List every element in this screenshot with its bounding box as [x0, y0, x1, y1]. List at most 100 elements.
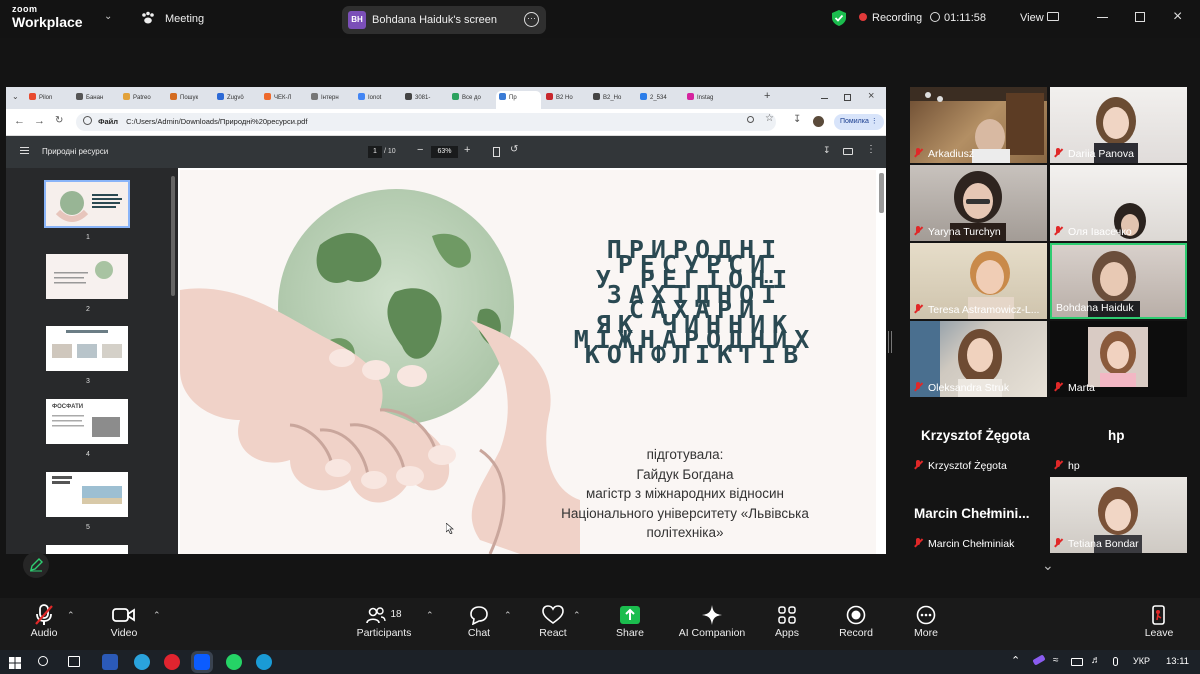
chat-options-caret[interactable]: ⌃ [504, 610, 512, 621]
tab-search-icon[interactable]: ⌄ [12, 92, 19, 101]
view-layout-icon[interactable] [1047, 12, 1059, 21]
paw-icon[interactable] [140, 10, 156, 31]
participant-tile-active-speaker[interactable]: Bohdana Haiduk [1050, 243, 1187, 319]
back-icon[interactable]: ← [14, 115, 25, 127]
participant-tile[interactable]: Оля Івасечко [1050, 165, 1187, 241]
browser-tab[interactable]: Zugvö [214, 91, 259, 109]
browser-tab[interactable]: Пошук [167, 91, 212, 109]
wifi-icon[interactable]: ≈ [1053, 655, 1059, 666]
chevron-down-icon[interactable]: ⌄ [104, 11, 112, 22]
participant-tile[interactable]: Arkadiusz [910, 87, 1047, 163]
error-button[interactable]: Помилка ⋮ [834, 114, 884, 130]
video-button[interactable]: Video [84, 602, 164, 639]
participant-tile[interactable]: Dariia Panova [1050, 87, 1187, 163]
thumbnail-page-4[interactable]: ФОСФАТИ [46, 399, 128, 444]
thumbnail-page-6[interactable] [46, 545, 128, 554]
whatsapp-icon[interactable] [226, 654, 242, 670]
more-options-icon[interactable]: ··· [524, 12, 539, 27]
pdf-more-icon[interactable]: ⋮ [866, 144, 876, 155]
thumbnail-page-5[interactable] [46, 472, 128, 517]
panel-resize-handle[interactable] [888, 331, 892, 353]
browser-tab[interactable]: Patreo [120, 91, 165, 109]
pdf-print-icon[interactable] [843, 148, 853, 155]
bookmark-star-icon[interactable]: ☆ [765, 113, 774, 124]
more-button[interactable]: More [886, 602, 966, 639]
minimize-icon[interactable] [1097, 17, 1108, 19]
shared-screen-pill[interactable]: BH Bohdana Haiduk's screen ··· [342, 6, 546, 34]
ai-companion-button[interactable]: AI Companion [672, 602, 752, 639]
react-options-caret[interactable]: ⌃ [573, 610, 581, 621]
browser-tab[interactable]: Інтерн [308, 91, 353, 109]
participant-tile[interactable]: Krzysztof Żęgota Krzysztof Żęgota [910, 399, 1047, 475]
close-icon[interactable]: × [1173, 8, 1182, 26]
browser-tab[interactable]: 3081- [402, 91, 447, 109]
new-tab-icon[interactable]: + [764, 90, 770, 102]
fit-page-icon[interactable] [493, 147, 500, 157]
apps-button[interactable]: Apps [747, 602, 827, 639]
view-button[interactable]: View [1020, 12, 1044, 24]
thumbnail-page-3[interactable] [46, 326, 128, 371]
participants-button[interactable]: 18 Participants [344, 602, 424, 639]
forward-icon[interactable]: → [34, 115, 45, 127]
thumbnail-page-2[interactable] [46, 254, 128, 299]
rotate-icon[interactable]: ↺ [510, 144, 518, 155]
browser-tab[interactable]: ЧЕК-Л [261, 91, 306, 109]
participant-tile[interactable]: Tetiana Bondar [1050, 477, 1187, 553]
thumbnail-scrollbar[interactable] [171, 176, 175, 296]
reload-icon[interactable]: ↻ [55, 115, 63, 126]
browser-tab[interactable]: 2_534 [637, 91, 682, 109]
annotate-pen-icon[interactable] [23, 552, 49, 578]
edge-icon[interactable] [256, 654, 272, 670]
meeting-label[interactable]: Meeting [165, 13, 204, 25]
browser-tab[interactable]: Банан [73, 91, 118, 109]
security-shield-icon[interactable] [832, 10, 846, 31]
mic-tray-icon[interactable] [1113, 657, 1118, 666]
browser-minimize-icon[interactable] [821, 98, 828, 99]
task-view-icon[interactable] [68, 656, 80, 667]
thumbnail-page-1[interactable] [44, 180, 130, 228]
video-options-caret[interactable]: ⌃ [153, 610, 161, 621]
keyboard-language[interactable]: УКР [1133, 656, 1150, 666]
browser-restore-icon[interactable] [844, 94, 851, 101]
zoom-taskbar-icon[interactable] [191, 651, 213, 673]
zoom-out-button[interactable]: − [417, 144, 423, 156]
page-scrollbar[interactable] [879, 173, 884, 213]
battery-icon[interactable] [1071, 658, 1083, 666]
info-icon[interactable] [83, 116, 92, 125]
url-field[interactable]: Файл C:/Users/Admin/Downloads/Природні%2… [76, 113, 776, 131]
browser-tab[interactable]: B2 Ho [543, 91, 588, 109]
react-button[interactable]: React [513, 602, 593, 639]
telegram-icon[interactable] [134, 654, 150, 670]
speaker-icon[interactable]: ♬ [1091, 655, 1101, 666]
browser-tab[interactable]: Ionot [355, 91, 400, 109]
participant-tile[interactable]: Marta [1050, 321, 1187, 397]
zoom-level-input[interactable]: 63% [431, 146, 458, 158]
system-tray-expand-icon[interactable]: ⌃ [1011, 654, 1020, 667]
profile-avatar[interactable] [813, 116, 824, 127]
share-button[interactable]: Share [590, 602, 670, 639]
browser-tab[interactable]: Пр [496, 91, 541, 109]
pen-tray-icon[interactable] [1032, 654, 1046, 666]
participants-options-caret[interactable]: ⌃ [426, 610, 434, 621]
maximize-icon[interactable] [1135, 12, 1145, 22]
browser-tab[interactable]: Instag [684, 91, 729, 109]
browser-tab[interactable]: B2_Ho [590, 91, 635, 109]
download-icon[interactable]: ↧ [793, 114, 801, 125]
pdf-download-icon[interactable]: ↧ [823, 145, 831, 156]
browser-tab[interactable]: Pilon [26, 91, 71, 109]
word-icon[interactable] [102, 654, 118, 670]
search-icon[interactable] [38, 656, 48, 666]
browser-tab[interactable]: Все до [449, 91, 494, 109]
participant-tile[interactable]: Yaryna Turchyn [910, 165, 1047, 241]
browser-close-icon[interactable]: × [868, 90, 874, 102]
zoom-lens-icon[interactable] [747, 116, 754, 123]
record-button[interactable]: Record [816, 602, 896, 639]
gallery-scroll-down-icon[interactable]: ⌄ [1042, 557, 1054, 574]
participant-tile[interactable]: Teresa Astramowicz-L... [910, 243, 1047, 319]
windows-start-icon[interactable] [9, 656, 21, 674]
opera-icon[interactable] [164, 654, 180, 670]
leave-button[interactable]: Leave [1119, 602, 1199, 639]
participant-tile[interactable]: Oleksandra Struk [910, 321, 1047, 397]
zoom-in-button[interactable]: + [464, 144, 470, 156]
recording-label[interactable]: Recording [872, 12, 922, 24]
